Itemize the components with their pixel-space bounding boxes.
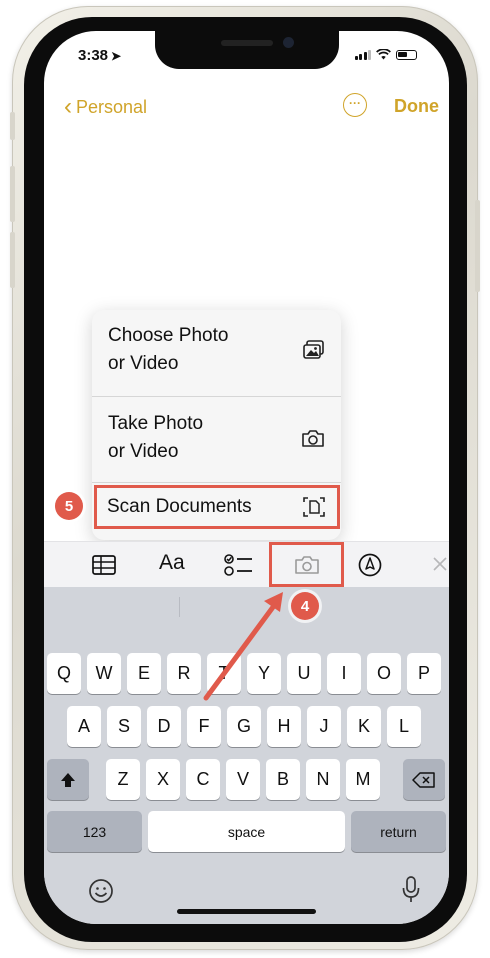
speaker-grille — [221, 40, 273, 46]
step-5-marker: 5 — [55, 492, 83, 520]
notch — [155, 31, 339, 69]
step-4-marker: 4 — [291, 592, 319, 620]
annotation-arrow — [203, 592, 283, 701]
front-camera — [283, 37, 294, 48]
